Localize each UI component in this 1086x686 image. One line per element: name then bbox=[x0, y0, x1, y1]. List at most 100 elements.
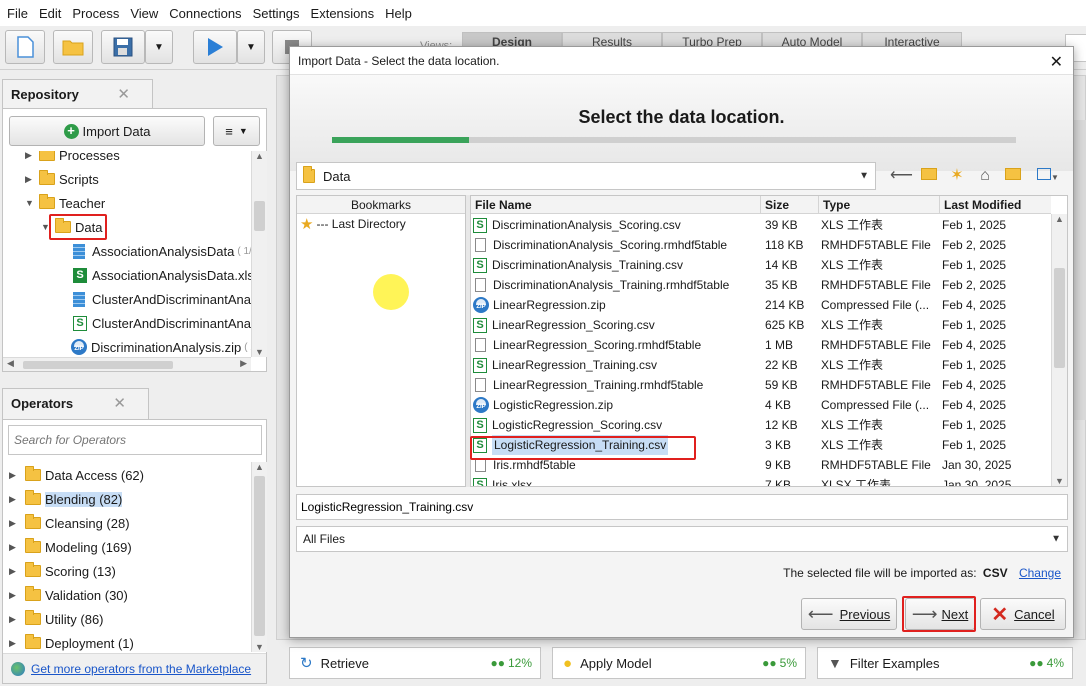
file-row[interactable]: S LogisticRegression_Scoring.csv 12 KB XLS … bbox=[471, 415, 1051, 435]
file-row[interactable]: DiscriminationAnalysis_Scoring.rmhdf5tab… bbox=[471, 235, 1051, 255]
previous-button[interactable]: ⟵ Previous bbox=[801, 598, 897, 630]
bookmark-add-icon[interactable]: ✶ bbox=[946, 165, 968, 187]
scroll-down-icon[interactable]: ▼ bbox=[252, 347, 267, 357]
scroll-thumb[interactable] bbox=[254, 476, 265, 636]
tree-item-scripts[interactable]: ▶ Scripts bbox=[25, 168, 99, 190]
operator-group-blending[interactable]: ▶ Blending (82) bbox=[9, 487, 123, 511]
scroll-up-icon[interactable]: ▲ bbox=[252, 462, 267, 472]
menu-settings[interactable]: Settings bbox=[250, 6, 308, 21]
file-table-scrollbar[interactable]: ▲ ▼ bbox=[1051, 214, 1067, 486]
tree-item-association-data[interactable]: AssociationAnalysisData( 1/2 bbox=[73, 240, 253, 262]
save-dropdown-button[interactable]: ▼ bbox=[145, 30, 173, 64]
close-icon[interactable]: ✕ bbox=[117, 85, 130, 103]
file-row[interactable]: Iris.rmhdf5table 9 KB RMHDF5TABLE File Jan … bbox=[471, 455, 1051, 475]
repository-horizontal-scrollbar[interactable]: ◀ ▶ bbox=[3, 357, 251, 371]
file-row[interactable]: S Iris.xlsx 7 KB XLSX 工作表 Jan 30, 2025 bbox=[471, 475, 1051, 486]
file-row[interactable]: ZIP LinearRegression.zip 214 KB Compressed … bbox=[471, 295, 1051, 315]
file-row[interactable]: LinearRegression_Scoring.rmhdf5table 1 MB… bbox=[471, 335, 1051, 355]
tree-item-cluster-data[interactable]: ClusterAndDiscriminantAnaly bbox=[73, 288, 253, 310]
recommended-operator-retrieve[interactable]: ↻ Retrieve ●● 12% bbox=[289, 647, 541, 679]
file-row[interactable]: DiscriminationAnalysis_Training.rmhdf5ta… bbox=[471, 275, 1051, 295]
column-header-type[interactable]: Type bbox=[819, 196, 940, 214]
operators-vertical-scrollbar[interactable]: ▲ ▼ bbox=[251, 462, 267, 652]
new-process-button[interactable] bbox=[5, 30, 45, 64]
file-type-filter-combo[interactable]: All Files ▼ bbox=[296, 526, 1068, 552]
operator-group-data-access[interactable]: ▶ Data Access (62) bbox=[9, 463, 144, 487]
scroll-right-icon[interactable]: ▶ bbox=[240, 358, 247, 369]
column-header-last-modified[interactable]: Last Modified bbox=[940, 196, 1052, 214]
scroll-down-icon[interactable]: ▼ bbox=[252, 642, 267, 652]
expand-arrow-icon[interactable]: ▶ bbox=[9, 638, 19, 649]
open-process-button[interactable] bbox=[53, 30, 93, 64]
repository-tab[interactable]: Repository ✕ bbox=[2, 79, 153, 109]
run-process-button[interactable] bbox=[193, 30, 237, 64]
operator-group-cleansing[interactable]: ▶ Cleansing (28) bbox=[9, 511, 130, 535]
menu-process[interactable]: Process bbox=[69, 6, 127, 21]
repository-menu-button[interactable]: ≡ ▼ bbox=[213, 116, 260, 146]
expand-arrow-icon[interactable]: ▶ bbox=[25, 151, 35, 161]
tree-item-teacher[interactable]: ▼ Teacher bbox=[25, 192, 105, 214]
recommended-operator-apply-model[interactable]: ● Apply Model ●● 5% bbox=[552, 647, 806, 679]
file-row[interactable]: S DiscriminationAnalysis_Scoring.csv 39 KB… bbox=[471, 215, 1051, 235]
operator-group-deployment[interactable]: ▶ Deployment (1) bbox=[9, 631, 134, 655]
menu-edit[interactable]: Edit bbox=[36, 6, 69, 21]
expand-arrow-icon[interactable]: ▶ bbox=[9, 614, 19, 625]
new-folder-icon[interactable] bbox=[1002, 165, 1024, 187]
tree-item-processes[interactable]: ▶ Processes bbox=[25, 151, 120, 166]
home-icon[interactable]: ⌂ bbox=[974, 165, 996, 187]
tree-item-discrimination-zip[interactable]: ZIPDiscriminationAnalysis.zip( 2 bbox=[71, 336, 253, 357]
expand-arrow-icon[interactable]: ▶ bbox=[25, 174, 35, 185]
menu-help[interactable]: Help bbox=[382, 6, 420, 21]
collapse-arrow-icon[interactable]: ▼ bbox=[41, 222, 51, 232]
repository-vertical-scrollbar[interactable]: ▲ ▼ bbox=[251, 151, 267, 357]
operator-group-scoring[interactable]: ▶ Scoring (13) bbox=[9, 559, 116, 583]
file-name-input[interactable] bbox=[296, 494, 1068, 520]
menu-extensions[interactable]: Extensions bbox=[308, 6, 383, 21]
close-icon[interactable]: ✕ bbox=[113, 394, 126, 412]
scroll-left-icon[interactable]: ◀ bbox=[7, 358, 14, 369]
file-row[interactable]: S LogisticRegression_Training.csv 3 KB XLS … bbox=[471, 435, 1051, 455]
scroll-up-icon[interactable]: ▲ bbox=[252, 151, 267, 161]
import-data-button[interactable]: + Import Data bbox=[9, 116, 205, 146]
file-row[interactable]: S LinearRegression_Training.csv 22 KB XLS 工… bbox=[471, 355, 1051, 375]
view-menu-icon[interactable]: ▼ bbox=[1032, 165, 1064, 187]
cancel-button[interactable]: ✕ Cancel bbox=[980, 598, 1066, 630]
location-combo[interactable]: Data ▼ bbox=[296, 162, 876, 190]
file-row[interactable]: S DiscriminationAnalysis_Training.csv 14 K… bbox=[471, 255, 1051, 275]
scroll-up-icon[interactable]: ▲ bbox=[1052, 214, 1067, 224]
tree-item-association-xlsx[interactable]: S AssociationAnalysisData.xlsx bbox=[73, 264, 253, 286]
close-icon[interactable]: ✕ bbox=[1050, 52, 1063, 72]
file-row[interactable]: LinearRegression_Training.rmhdf5table 59 … bbox=[471, 375, 1051, 395]
save-process-button[interactable] bbox=[101, 30, 145, 64]
next-button[interactable]: ⟶ Next bbox=[905, 598, 975, 630]
tree-item-cluster-csv[interactable]: S ClusterAndDiscriminantAnaly bbox=[73, 312, 253, 334]
column-header-size[interactable]: Size bbox=[761, 196, 819, 214]
tree-item-data[interactable]: ▼ Data bbox=[41, 216, 102, 238]
expand-arrow-icon[interactable]: ▶ bbox=[9, 590, 19, 601]
scroll-down-icon[interactable]: ▼ bbox=[1052, 476, 1067, 486]
menu-file[interactable]: File bbox=[4, 6, 36, 21]
run-dropdown-button[interactable]: ▼ bbox=[237, 30, 265, 64]
back-arrow-icon[interactable]: ⟵ bbox=[890, 165, 913, 187]
bookmark-last-directory[interactable]: ★ --- Last Directory bbox=[297, 214, 465, 234]
operator-group-utility[interactable]: ▶ Utility (86) bbox=[9, 607, 104, 631]
recommended-operator-filter-examples[interactable]: ▼ Filter Examples ●● 4% bbox=[817, 647, 1073, 679]
file-row[interactable]: S LinearRegression_Scoring.csv 625 KB XLS 工… bbox=[471, 315, 1051, 335]
scroll-thumb[interactable] bbox=[23, 361, 173, 369]
expand-arrow-icon[interactable]: ▶ bbox=[9, 470, 19, 481]
up-folder-icon[interactable] bbox=[918, 165, 940, 187]
scroll-thumb[interactable] bbox=[1054, 268, 1065, 368]
marketplace-link[interactable]: Get more operators from the Marketplace bbox=[31, 662, 251, 676]
operator-group-modeling[interactable]: ▶ Modeling (169) bbox=[9, 535, 132, 559]
operator-search-input[interactable] bbox=[8, 425, 262, 455]
expand-arrow-icon[interactable]: ▶ bbox=[9, 566, 19, 577]
collapse-arrow-icon[interactable]: ▼ bbox=[25, 198, 35, 208]
file-row[interactable]: ZIP LogisticRegression.zip 4 KB Compressed … bbox=[471, 395, 1051, 415]
scroll-thumb[interactable] bbox=[254, 201, 265, 231]
menu-connections[interactable]: Connections bbox=[166, 6, 249, 21]
expand-arrow-icon[interactable]: ▶ bbox=[9, 542, 19, 553]
menu-view[interactable]: View bbox=[127, 6, 166, 21]
operator-group-validation[interactable]: ▶ Validation (30) bbox=[9, 583, 128, 607]
expand-arrow-icon[interactable]: ▶ bbox=[9, 518, 19, 529]
change-format-link[interactable]: Change bbox=[1019, 566, 1061, 580]
